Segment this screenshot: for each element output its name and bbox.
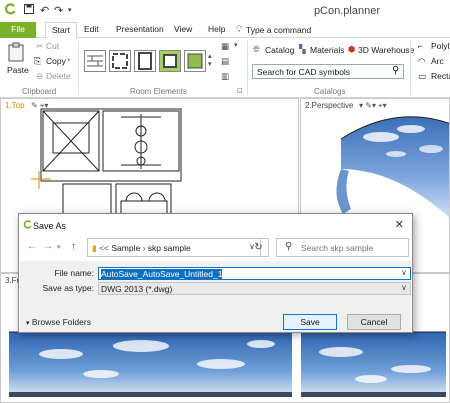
cut-icon[interactable]: ✂	[36, 41, 43, 52]
paste-button[interactable]: Paste	[7, 65, 29, 75]
tab-help[interactable]: Help	[202, 22, 231, 38]
search-placeholder: Search skp sample	[301, 243, 374, 253]
lightbulb-icon: 💡︎	[236, 24, 243, 34]
search-icon: ⚲	[285, 241, 293, 252]
dialog-title: Save As	[33, 221, 67, 231]
search-icon[interactable]: ⚲	[392, 65, 399, 76]
chevron-down-icon[interactable]: ∨	[401, 268, 407, 277]
refresh-button[interactable]: ↻	[249, 238, 269, 257]
recent-dropdown-icon[interactable]: ▾	[57, 243, 61, 251]
forward-arrow-icon[interactable]: →	[43, 241, 53, 252]
cut-button[interactable]: Cut	[46, 41, 59, 51]
ribbon-tabs: File Start Edit Presentation View Help 💡…	[0, 22, 450, 39]
materials-icon: ▚	[299, 44, 306, 54]
rectangle-icon: ▭	[418, 71, 427, 81]
quick-access-menu-icon[interactable]: ▾	[68, 6, 72, 14]
chevron-down-icon[interactable]: ∨	[401, 283, 407, 292]
wall-tool-button[interactable]	[84, 50, 106, 72]
app-title: pCon.planner	[313, 5, 380, 17]
cad-search-input[interactable]: Search for CAD symbols	[252, 64, 404, 79]
close-icon[interactable]: ✕	[395, 218, 404, 231]
catalogs-group-label: Catalogs	[314, 87, 346, 96]
door-tool-button[interactable]	[134, 50, 156, 72]
save-type-select[interactable]: DWG 2013 (*.dwg) ∨	[98, 282, 411, 295]
materials-button[interactable]: Materials	[310, 45, 344, 55]
breadcrumb[interactable]: ▮ << Sample › skp sample ∨	[87, 238, 261, 257]
save-type-label: Save as type:	[42, 283, 94, 293]
paste-icon[interactable]	[8, 42, 24, 62]
catalog-icon: 🌐︎	[253, 44, 260, 54]
gallery-scroll-icon[interactable]: ▴ ▾	[208, 52, 212, 68]
folder-icon: ▮	[92, 243, 97, 253]
rectangle-button[interactable]: Recta	[431, 71, 450, 81]
breadcrumb-item[interactable]: Sample	[111, 243, 140, 253]
catalog-button[interactable]: Catalog	[265, 45, 294, 55]
copy-icon[interactable]: ⎘	[34, 56, 41, 67]
delete-button[interactable]: Delete	[46, 71, 71, 81]
tell-me-search[interactable]: Type a command	[246, 25, 311, 35]
save-button[interactable]: Save	[283, 314, 337, 330]
copy-button[interactable]: Copy	[46, 56, 66, 66]
warehouse-icon: ⬢	[348, 44, 356, 54]
floor-tool-button[interactable]	[184, 50, 206, 72]
polyline-icon: ⌐	[418, 41, 423, 51]
room-tool-button[interactable]	[109, 50, 131, 72]
clipboard-group-label: Clipboard	[22, 87, 57, 96]
dialog-footer: ▾ Browse Folders Save Cancel	[20, 299, 411, 332]
app-logo-icon	[23, 220, 32, 229]
group-tool-icon[interactable]: ▤	[221, 56, 229, 67]
ribbon: Paste ✂ Cut ⎘ Copy ▾ ⊖ Delete Clipboard …	[0, 38, 450, 98]
dialog-launcher-icon[interactable]: ⊡	[237, 87, 243, 95]
back-arrow-icon[interactable]: ←	[27, 241, 37, 252]
warehouse-button[interactable]: 3D Warehouse	[358, 45, 414, 55]
separator	[410, 41, 411, 95]
redo-icon[interactable]: ↷	[54, 4, 63, 17]
save-type-value: DWG 2013 (*.dwg)	[101, 284, 173, 294]
undo-icon[interactable]: ↶	[40, 4, 49, 17]
polyline-button[interactable]: Polyl	[431, 41, 449, 51]
browse-folders-toggle[interactable]: ▾ Browse Folders	[26, 317, 91, 327]
file-name-value: AutoSave_AutoSave_Untitled_1	[101, 269, 223, 279]
ungroup-tool-icon[interactable]: ▥	[221, 71, 229, 82]
arc-button[interactable]: Arc	[431, 56, 444, 66]
save-form: File name: AutoSave_AutoSave_Untitled_1 …	[20, 261, 411, 299]
tab-start[interactable]: Start	[45, 22, 77, 39]
up-arrow-icon[interactable]: ↑	[71, 241, 76, 252]
insert-tool-icon[interactable]: ▦	[221, 41, 229, 52]
room-elements-group-label: Room Elements	[130, 87, 187, 96]
tab-presentation[interactable]: Presentation	[110, 22, 170, 38]
arc-icon: ◠	[418, 56, 426, 66]
app-window: ↶ ↷ ▾ pCon.planner File Start Edit Prese…	[0, 0, 450, 403]
separator	[247, 41, 248, 95]
title-bar: ↶ ↷ ▾ pCon.planner	[0, 0, 450, 22]
search-input[interactable]: ⚲ Search skp sample	[276, 238, 409, 257]
breadcrumb-item[interactable]: skp sample	[148, 243, 191, 253]
file-name-label: File name:	[54, 268, 94, 278]
window-tool-button[interactable]	[159, 50, 181, 72]
separator	[78, 41, 79, 95]
cancel-button[interactable]: Cancel	[347, 314, 401, 330]
save-icon[interactable]	[24, 4, 34, 14]
delete-icon[interactable]: ⊖	[36, 71, 43, 82]
insert-dropdown-icon[interactable]: ▾	[234, 41, 238, 49]
chevron-down-icon: ▾	[26, 320, 30, 327]
tab-edit[interactable]: Edit	[78, 22, 105, 38]
tab-view[interactable]: View	[168, 22, 198, 38]
file-name-field[interactable]: AutoSave_AutoSave_Untitled_1 ∨	[98, 267, 411, 280]
save-as-dialog: Save As ✕ ← → ▾ ↑ ▮ << Sample › skp samp…	[18, 213, 413, 333]
copy-dropdown-icon[interactable]: ▾	[67, 56, 71, 64]
browse-folders-label: Browse Folders	[31, 317, 91, 327]
app-logo-icon	[4, 3, 16, 15]
tab-file[interactable]: File	[0, 22, 36, 38]
